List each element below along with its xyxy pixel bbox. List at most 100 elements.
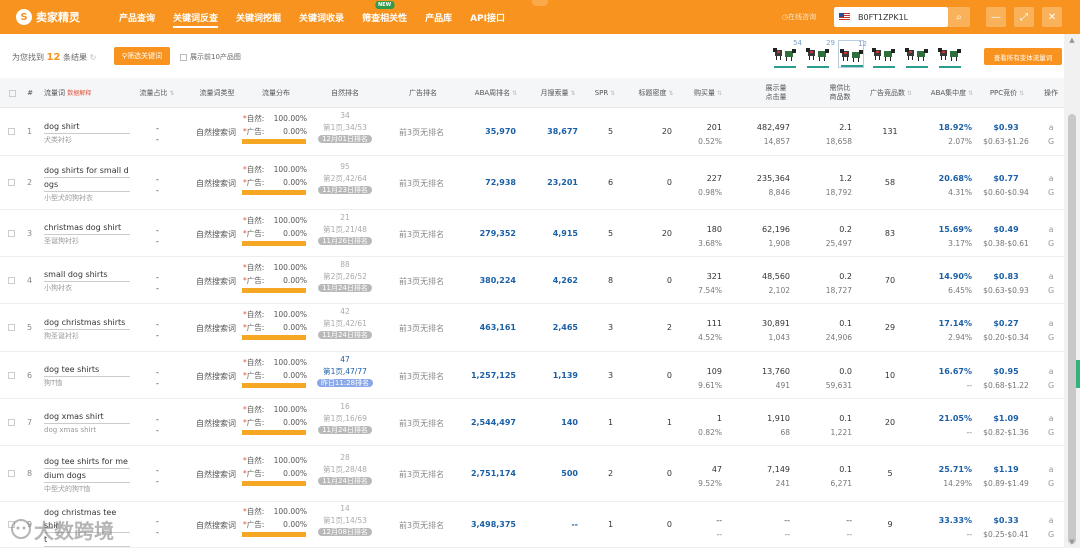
variant-thumbnail[interactable]: 29 — [805, 39, 835, 68]
amazon-icon[interactable]: a — [1048, 514, 1054, 528]
google-icon[interactable]: G — [1048, 331, 1054, 345]
keyword-link[interactable]: small dog shirts 小狗衬衣 — [44, 268, 130, 295]
col-ad-competitors[interactable]: 广告竞品数 ⇅ — [866, 78, 916, 108]
google-icon[interactable]: G — [1048, 528, 1054, 542]
natural-rank-date[interactable]: 11月24日排名 — [315, 425, 375, 435]
collapse-handle[interactable] — [532, 0, 548, 6]
table-row[interactable]: 8 dog tee shirts for me dium dogs 中型犬的狗T恤 - -… — [0, 446, 1064, 502]
asin-search-input[interactable]: B0FT1ZPK1L — [834, 7, 948, 27]
table-row[interactable]: 2 dog shirts for small d ogs 小型犬的狗衬衣 - - 自然搜索词… — [0, 156, 1064, 210]
natural-rank-date[interactable]: 11月24日排名 — [315, 330, 375, 340]
close-button[interactable]: ✕ — [1042, 7, 1062, 27]
table-row[interactable]: 9dog christmas tee shirt狗圣诞T恤--自然搜索词*自然:… — [0, 502, 1064, 548]
scroll-thumb[interactable] — [1068, 114, 1076, 544]
online-help-link[interactable]: ◷在线咨询 — [782, 12, 816, 22]
natural-rank-date[interactable]: 12月01日排名 — [315, 134, 375, 144]
select-all-checkbox[interactable] — [4, 78, 20, 108]
natural-rank-date[interactable]: 11月26日排名 — [315, 236, 375, 246]
show-top10-toggle[interactable]: 展示前10产品图 — [180, 52, 241, 62]
checkbox[interactable] — [180, 53, 187, 61]
natural-rank-date[interactable]: 11月24日排名 — [315, 283, 375, 293]
aba-rank[interactable]: 2,751,174 — [466, 469, 516, 478]
variant-thumbnail[interactable] — [937, 40, 963, 68]
aba-rank[interactable]: 1,257,125 — [466, 371, 516, 380]
scroll-down-icon[interactable]: ▼ — [1068, 538, 1076, 546]
amazon-icon[interactable]: a — [1048, 270, 1054, 284]
col-purchase[interactable]: 购买量 ⇅ — [686, 78, 730, 108]
table-row[interactable]: 1 dog shirt 犬类衬衫 - - 自然搜索词 *自然: 100.00% *广告: 0.00… — [0, 108, 1064, 156]
amazon-icon[interactable]: a — [1048, 317, 1054, 331]
aba-rank[interactable]: 35,970 — [466, 127, 516, 136]
natural-rank-date[interactable]: 11月24日排名 — [315, 476, 375, 486]
aba-rank[interactable]: 463,161 — [466, 323, 516, 332]
keyword-link[interactable]: dog shirts for small d ogs 小型犬的狗衬衣 — [44, 164, 130, 205]
monthly-search[interactable]: 4,262 — [538, 276, 578, 285]
col-impressions[interactable]: 展示量 点击量 — [752, 78, 800, 108]
natural-rank-date[interactable]: 11月23日排名 — [315, 185, 375, 195]
aba-rank[interactable]: 279,352 — [466, 229, 516, 238]
filter-keywords-button[interactable]: ⚲ 筛选关键词 — [114, 47, 170, 65]
vertical-scrollbar[interactable]: ▲ ▼ — [1064, 34, 1080, 548]
variant-thumbnail[interactable]: 12 — [838, 40, 867, 68]
col-share[interactable]: 流量占比 ⇅ — [130, 78, 184, 108]
maximize-button[interactable]: ⤢ — [1014, 7, 1034, 27]
nav-relevance[interactable]: NEW 筛查相关性 — [353, 0, 416, 34]
nav-keyword-index[interactable]: 关键词收录 — [290, 0, 353, 34]
us-flag-icon[interactable] — [839, 13, 850, 21]
aba-rank[interactable]: 2,544,497 — [466, 418, 516, 427]
table-row[interactable]: 5 dog christmas shirts 狗圣诞衬衫 - - 自然搜索词 *自然: 100… — [0, 304, 1064, 352]
keyword-link[interactable]: dog xmas shirt dog xmas shirt — [44, 410, 130, 437]
google-icon[interactable]: G — [1048, 477, 1054, 491]
table-row[interactable]: 3 christmas dog shirt 圣诞狗衬衫 - - 自然搜索词 *自然: 100.… — [0, 210, 1064, 257]
aba-rank[interactable]: 380,224 — [466, 276, 516, 285]
row-checkbox[interactable] — [8, 229, 15, 237]
row-checkbox[interactable] — [8, 179, 15, 186]
minimize-button[interactable]: — — [986, 7, 1006, 27]
amazon-icon[interactable]: a — [1048, 121, 1054, 135]
monthly-search[interactable]: 500 — [538, 469, 578, 478]
view-all-variants-button[interactable]: 查看所有变体流量词 — [984, 48, 1062, 65]
col-spr[interactable]: SPR ⇅ — [588, 78, 622, 108]
amazon-icon[interactable]: a — [1048, 412, 1054, 426]
row-checkbox[interactable] — [8, 276, 15, 284]
table-row[interactable]: 7 dog xmas shirt dog xmas shirt - - 自然搜索词 *自然:… — [0, 399, 1064, 446]
amazon-icon[interactable]: a — [1048, 365, 1054, 379]
amazon-icon[interactable]: a — [1048, 463, 1054, 477]
aba-rank[interactable]: 3,498,375 — [466, 520, 516, 529]
row-checkbox[interactable] — [8, 418, 15, 426]
nav-api[interactable]: API接口 — [461, 0, 514, 34]
google-icon[interactable]: G — [1048, 379, 1054, 393]
aba-rank[interactable]: 72,938 — [466, 178, 516, 187]
table-row[interactable]: 4 small dog shirts 小狗衬衣 - - 自然搜索词 *自然: 100.00% *… — [0, 257, 1064, 304]
variant-thumbnail[interactable] — [904, 40, 930, 68]
monthly-search[interactable]: 1,139 — [538, 371, 578, 380]
app-logo[interactable]: S 卖家精灵 — [16, 9, 80, 25]
google-icon[interactable]: G — [1048, 284, 1054, 298]
table-row[interactable]: 6 dog tee shirts 狗T恤 - - 自然搜索词 *自然: 100.00% *广告:… — [0, 352, 1064, 399]
row-checkbox[interactable] — [8, 371, 15, 379]
google-icon[interactable]: G — [1048, 237, 1054, 251]
variant-thumbnail[interactable]: 54 — [772, 39, 802, 68]
row-checkbox[interactable] — [8, 324, 15, 331]
scroll-up-icon[interactable]: ▲ — [1068, 36, 1076, 44]
variant-thumbnail[interactable] — [871, 40, 897, 68]
col-keyword[interactable]: 流量词 数据解释 — [40, 78, 130, 108]
col-aba-concentration[interactable]: ABA集中度 ⇅ — [926, 78, 978, 108]
monthly-search[interactable]: 38,677 — [538, 127, 578, 136]
monthly-search[interactable]: 2,465 — [538, 323, 578, 332]
search-button[interactable]: ⌕ — [948, 7, 970, 27]
google-icon[interactable]: G — [1048, 186, 1054, 200]
keyword-link[interactable]: christmas dog shirt 圣诞狗衬衫 — [44, 221, 130, 248]
nav-keyword-mining[interactable]: 关键词挖掘 — [227, 0, 290, 34]
google-icon[interactable]: G — [1048, 426, 1054, 440]
nav-product-db[interactable]: 产品库 — [416, 0, 461, 34]
col-title-density[interactable]: 标题密度 ⇅ — [628, 78, 684, 108]
natural-rank-date[interactable]: 12月08日排名 — [315, 527, 375, 537]
keyword-link[interactable]: dog christmas shirts 狗圣诞衬衫 — [44, 316, 130, 343]
monthly-search[interactable]: 23,201 — [538, 178, 578, 187]
nav-product-search[interactable]: 产品查询 — [110, 0, 164, 34]
side-panel-tab[interactable] — [1076, 360, 1080, 388]
col-monthly-search[interactable]: 月搜索量 ⇅ — [530, 78, 586, 108]
row-checkbox[interactable] — [8, 470, 15, 477]
nav-keyword-reverse[interactable]: 关键词反查 — [164, 0, 227, 34]
